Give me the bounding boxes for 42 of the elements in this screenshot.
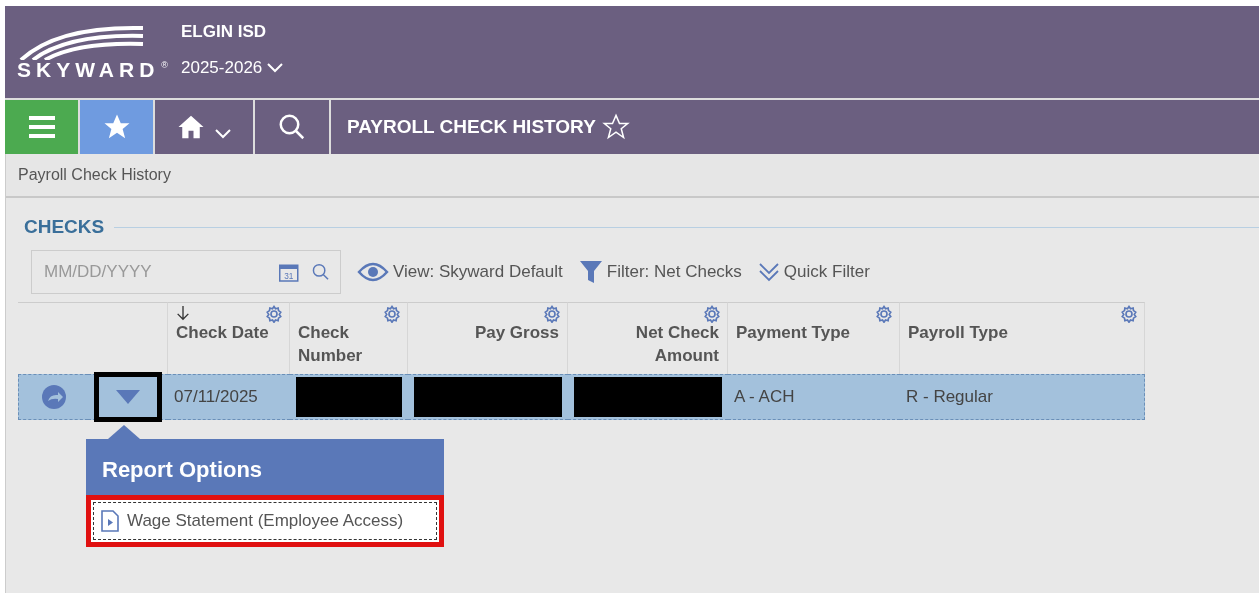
column-header[interactable]: Pay Gross: [474, 305, 559, 344]
view-button[interactable]: View: Skyward Default: [357, 262, 563, 282]
eye-icon: [357, 262, 389, 282]
gear-icon[interactable]: [703, 305, 721, 323]
page-title: PAYROLL CHECK HISTORY: [347, 116, 596, 138]
double-chevron-icon: [757, 261, 780, 283]
table-row[interactable]: [18, 374, 88, 420]
column-header[interactable]: Check Number: [298, 305, 403, 367]
gear-icon[interactable]: [265, 305, 283, 323]
favorites-button[interactable]: [80, 100, 155, 154]
filter-button[interactable]: Filter: Net Checks: [578, 259, 742, 285]
funnel-icon: [578, 259, 603, 285]
menu-button[interactable]: [5, 100, 80, 154]
column-header[interactable]: Payment Type: [736, 305, 850, 344]
gear-icon[interactable]: [543, 305, 561, 323]
document-play-icon: [101, 510, 119, 532]
date-field[interactable]: MM/DD/YYYY 31: [31, 250, 341, 294]
gear-icon[interactable]: [875, 305, 893, 323]
gear-icon[interactable]: [1120, 305, 1138, 323]
popup-title: Report Options: [101, 456, 264, 484]
caret-icon: [266, 62, 285, 74]
school-year-selector[interactable]: 2025-2026: [181, 58, 285, 78]
menu-item[interactable]: Wage Statement (Employee Access): [86, 495, 444, 547]
section-title: CHECKS: [24, 216, 105, 238]
logo-text: SKYWARD: [17, 58, 160, 82]
column-header[interactable]: Check Date: [176, 305, 269, 344]
sort-arrow-icon: [176, 305, 190, 321]
quick-filter-button[interactable]: Quick Filter: [757, 261, 870, 283]
table-cell: 07/11/2025: [174, 387, 258, 407]
search-icon: [277, 112, 307, 142]
caret-icon: [214, 128, 232, 140]
table-cell: A - ACH: [734, 387, 795, 407]
column-header[interactable]: Net Check Amount: [572, 305, 719, 367]
row-menu-button[interactable]: [94, 372, 162, 422]
table-cell: R - Regular: [906, 387, 993, 407]
district-name: ELGIN ISD: [181, 22, 267, 42]
gear-icon[interactable]: [383, 305, 401, 323]
menu-icon: [26, 114, 57, 140]
registered-mark: ®: [161, 60, 168, 70]
column-header[interactable]: Payroll Type: [908, 305, 1008, 344]
caret-down-icon: [116, 390, 140, 404]
star-outline-icon[interactable]: [601, 113, 630, 141]
